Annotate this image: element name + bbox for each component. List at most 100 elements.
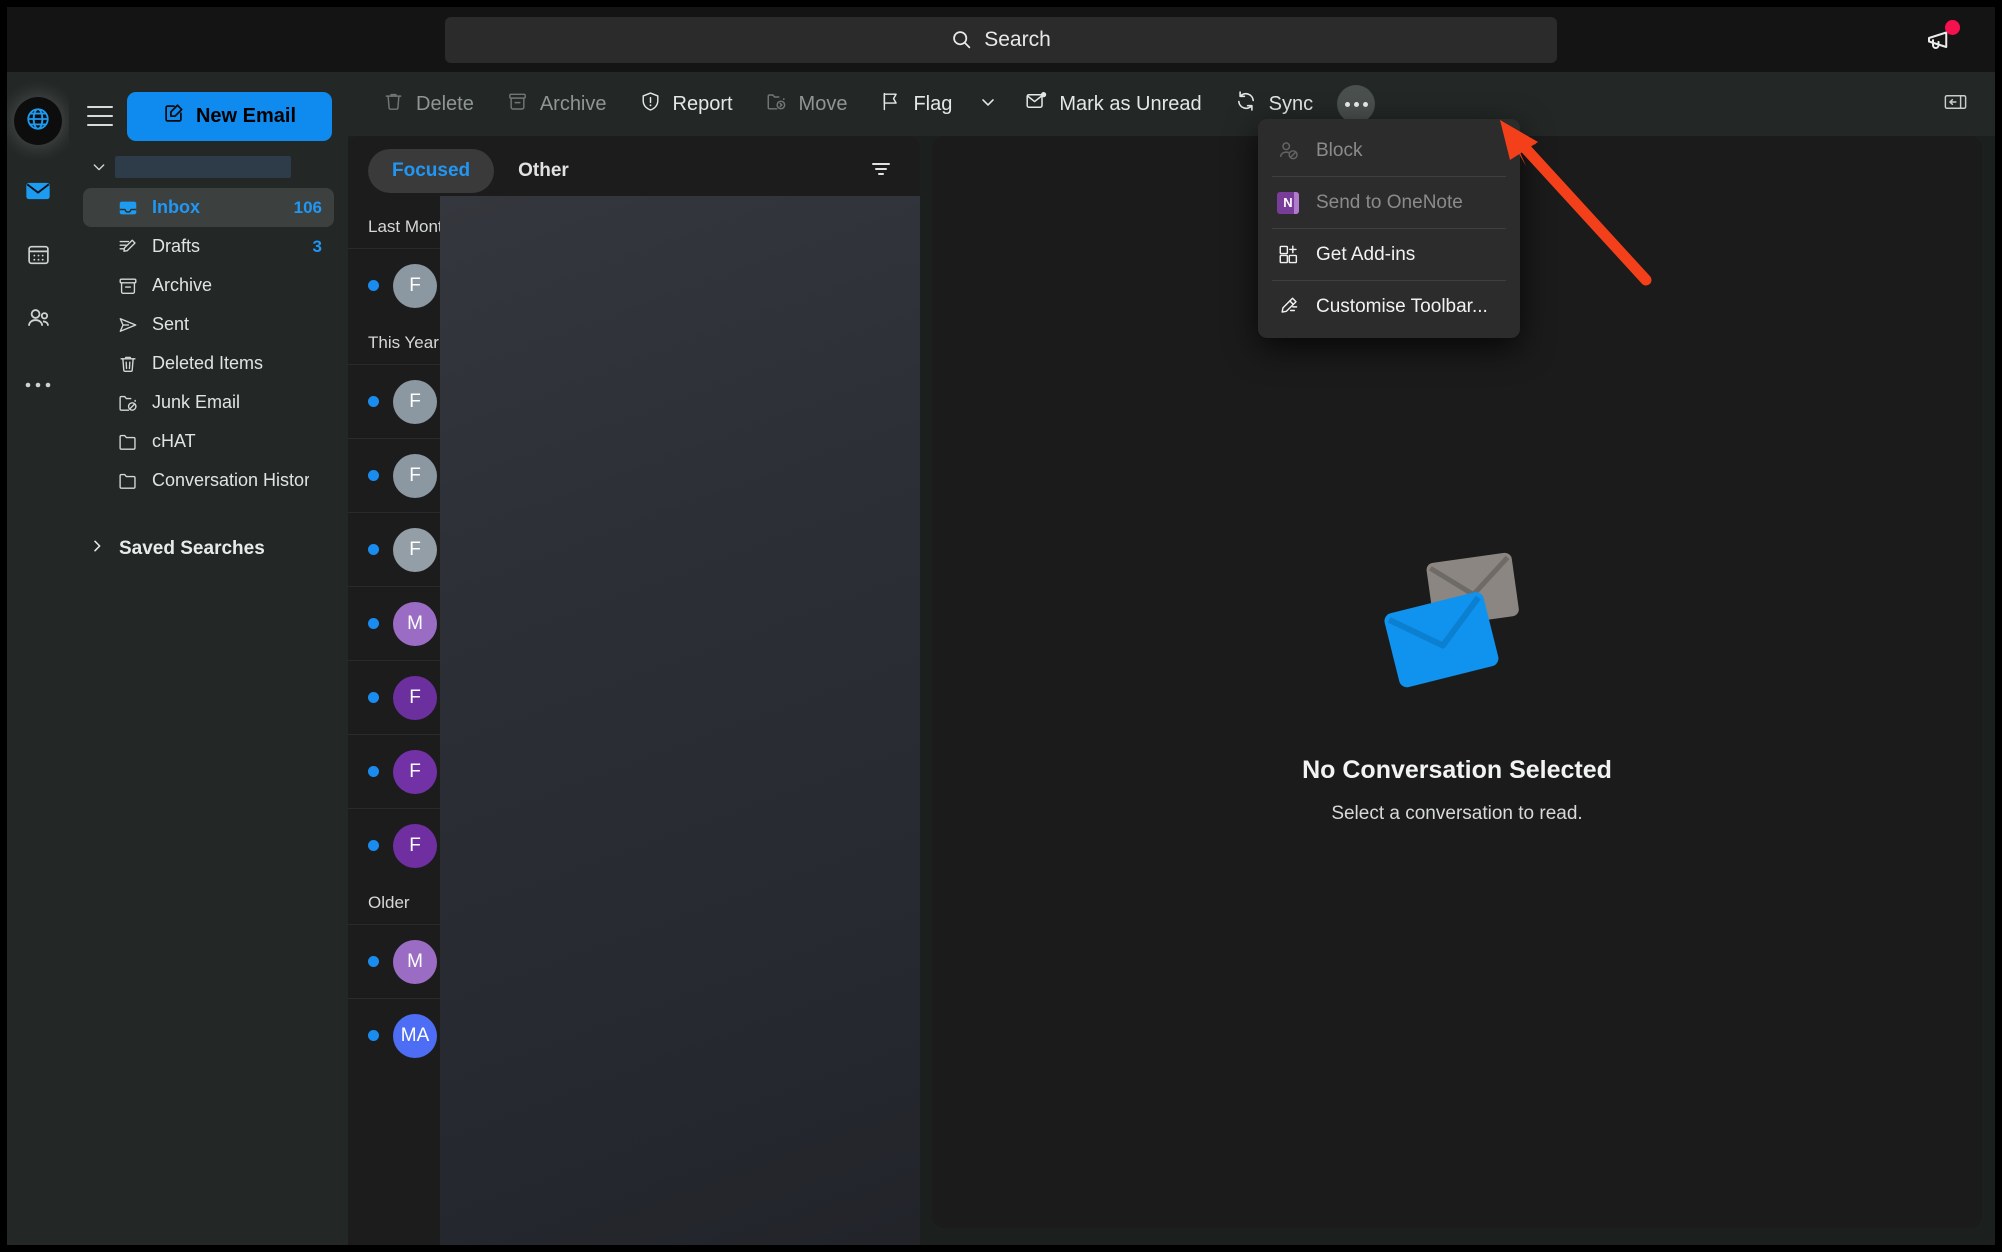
unread-indicator — [368, 956, 379, 967]
trash-icon — [117, 353, 139, 375]
new-email-button[interactable]: New Email — [127, 91, 332, 141]
list-item[interactable]: F — [348, 734, 920, 808]
empty-state-title: No Conversation Selected — [1302, 755, 1612, 784]
menu-item-label: Get Add-ins — [1316, 243, 1416, 265]
ellipsis-icon — [25, 376, 51, 394]
sidebar-item-mail[interactable] — [14, 169, 62, 217]
window-frame-left — [0, 0, 7, 1252]
sidebar-item-people[interactable] — [14, 297, 62, 345]
search-icon — [951, 29, 972, 50]
sidebar-item-saved-searches[interactable]: Saved Searches — [69, 528, 348, 570]
mark-as-unread-button[interactable]: Mark as Unread — [1010, 82, 1215, 126]
sidebar-item-deleted-items[interactable]: Deleted Items — [83, 344, 334, 383]
list-item[interactable]: M — [348, 924, 920, 998]
tab-focused[interactable]: Focused — [368, 149, 495, 193]
message-list-header: Focused Other — [348, 136, 920, 206]
sidebar-item-count: 106 — [293, 197, 322, 217]
avatar: F — [393, 749, 437, 794]
unread-indicator — [368, 396, 379, 407]
avatar: F — [393, 453, 437, 498]
delete-button[interactable]: Delete — [368, 82, 488, 126]
sidebar-item-label: cHAT — [152, 431, 196, 451]
sidebar-item-label: Archive — [152, 275, 213, 295]
sidebar-item-inbox[interactable]: Inbox 106 — [83, 188, 334, 227]
add-ins-icon — [1276, 243, 1300, 267]
menu-item-customise-toolbar[interactable]: Customise Toolbar... — [1258, 281, 1520, 332]
list-item[interactable]: M — [348, 586, 920, 660]
sidebar-item-more-apps[interactable] — [14, 361, 62, 409]
folder-icon — [117, 431, 139, 453]
unread-indicator — [368, 470, 379, 481]
list-item[interactable]: F — [348, 364, 920, 438]
sidebar-item-archive[interactable]: Archive — [83, 266, 334, 305]
sidebar-item-label: Drafts — [152, 236, 201, 256]
flag-caret-button[interactable] — [970, 92, 1006, 117]
unread-indicator — [368, 840, 379, 851]
archive-button[interactable]: Archive — [492, 82, 621, 126]
list-item[interactable]: MA — [348, 998, 920, 1072]
list-item[interactable]: F — [348, 660, 920, 734]
flag-button[interactable]: Flag — [865, 82, 966, 126]
customise-icon — [1276, 295, 1300, 319]
avatar: F — [393, 675, 437, 720]
move-icon — [765, 90, 788, 119]
list-item[interactable]: F — [348, 248, 920, 322]
chevron-down-icon — [978, 92, 998, 117]
onenote-icon: N — [1276, 191, 1300, 215]
menu-item-get-add-ins[interactable]: Get Add-ins — [1258, 229, 1520, 280]
unread-indicator — [368, 280, 379, 291]
sidebar-item-junk-email[interactable]: Junk Email — [83, 383, 334, 422]
group-header: Older — [368, 893, 410, 912]
mail-icon — [24, 177, 52, 210]
sidebar-item-calendar[interactable] — [14, 233, 62, 281]
sidebar-item-chat[interactable]: cHAT — [83, 422, 334, 461]
list-item[interactable]: F — [348, 512, 920, 586]
unread-indicator — [368, 1030, 379, 1041]
search-input[interactable]: Search — [445, 16, 1557, 63]
menu-item-send-to-onenote[interactable]: N Send to OneNote — [1258, 177, 1520, 228]
calendar-icon — [26, 242, 51, 272]
people-icon — [25, 305, 52, 337]
unread-indicator — [368, 766, 379, 777]
reading-pane-toggle-button[interactable] — [1937, 86, 1973, 122]
tab-focused-label: Focused — [392, 160, 471, 181]
account-name-redacted — [115, 156, 291, 178]
sidebar-item-conversation-history[interactable]: Conversation History — [83, 461, 334, 500]
filter-icon — [869, 157, 893, 186]
hamburger-icon[interactable] — [87, 106, 113, 126]
avatar: M — [393, 601, 437, 646]
account-row[interactable] — [69, 150, 348, 184]
compose-icon — [163, 102, 185, 130]
tab-other[interactable]: Other — [494, 149, 593, 193]
list-item[interactable]: F — [348, 808, 920, 882]
filter-button[interactable] — [864, 154, 898, 188]
menu-item-label: Block — [1316, 139, 1363, 161]
avatar: F — [393, 379, 437, 424]
report-icon — [639, 90, 662, 119]
command-toolbar: Delete Archive Report Move Flag Mark as … — [348, 72, 1995, 136]
sidebar-item-sent[interactable]: Sent — [83, 305, 334, 344]
reading-pane-icon — [1942, 90, 1969, 119]
group-header: This Year — [368, 333, 439, 352]
menu-item-block[interactable]: Block — [1258, 125, 1520, 176]
unread-indicator — [368, 544, 379, 555]
sidebar-item-drafts[interactable]: Drafts 3 — [83, 227, 334, 266]
empty-state-subtitle: Select a conversation to read. — [1331, 802, 1583, 824]
more-commands-button[interactable] — [1337, 85, 1376, 123]
unread-indicator — [368, 692, 379, 703]
tab-other-label: Other — [518, 160, 569, 181]
list-item[interactable]: F — [348, 438, 920, 512]
group-header: Last Month — [368, 217, 453, 236]
sidebar-item-globe[interactable] — [14, 97, 62, 145]
app-rail — [7, 72, 69, 1245]
outlook-app-window: Search New Email Inbox 106 Drafts 3 Arch… — [0, 0, 2002, 1252]
menu-item-label: Customise Toolbar... — [1316, 295, 1488, 317]
mark-as-unread-label: Mark as Unread — [1059, 92, 1202, 115]
overflow-menu: Block N Send to OneNote Get Add-ins Cust… — [1258, 119, 1520, 338]
move-button[interactable]: Move — [751, 82, 862, 126]
flag-label: Flag — [913, 92, 953, 115]
drafts-icon — [117, 236, 139, 258]
sidebar-item-label: Inbox — [152, 197, 200, 217]
report-button[interactable]: Report — [625, 82, 747, 126]
chevron-down-icon — [91, 159, 107, 175]
